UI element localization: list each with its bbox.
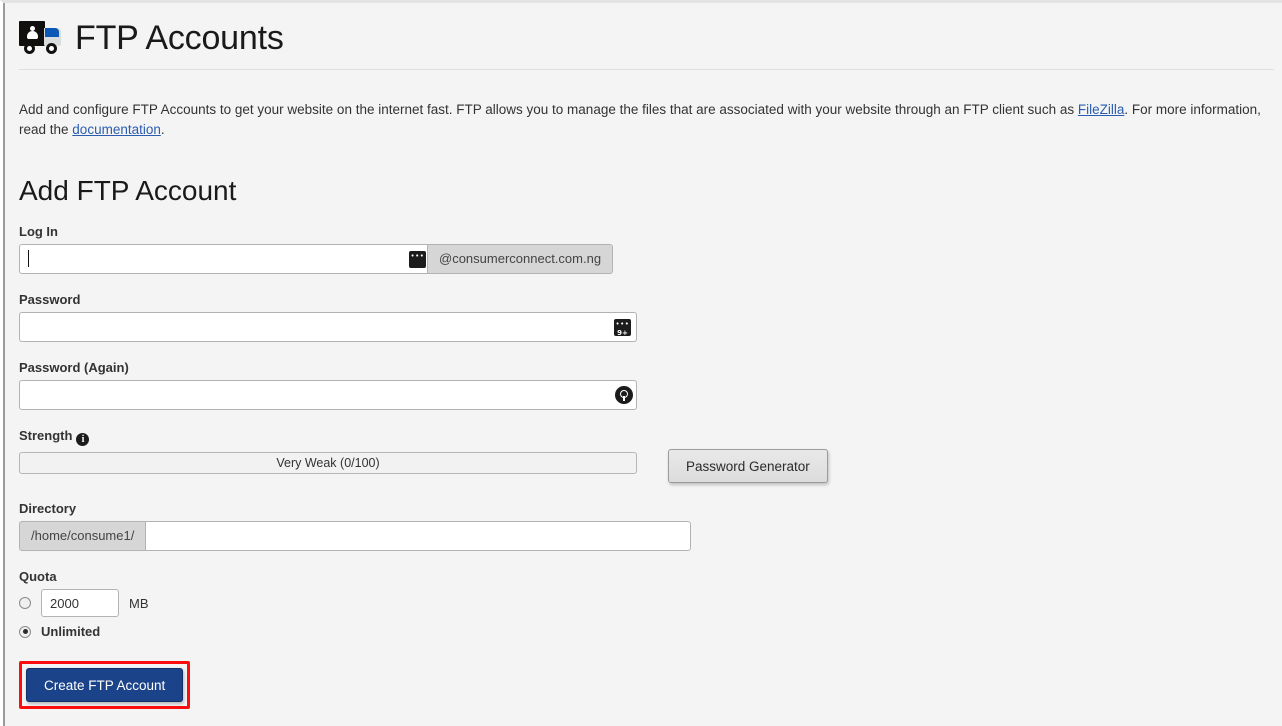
create-ftp-account-highlight: Create FTP Account (19, 661, 191, 710)
create-ftp-account-button[interactable]: Create FTP Account (26, 668, 184, 703)
documentation-link[interactable]: documentation (72, 122, 161, 137)
person-body (27, 31, 38, 39)
directory-label: Directory (19, 501, 77, 517)
password-again-label: Password (Again) (19, 360, 129, 376)
strength-label-text: Strength (19, 428, 73, 444)
quota-amount-row: MB (19, 589, 1274, 618)
ftp-truck-icon (19, 19, 63, 57)
password-manager-icon[interactable]: ••• (409, 251, 426, 269)
password-input[interactable] (19, 312, 637, 343)
text-caret (28, 250, 29, 268)
password-manager-badge-icon[interactable]: ••• 9+ (614, 319, 631, 338)
login-input-group: ••• @consumerconnect.com.ng (19, 244, 1274, 275)
password-strength-meter: Very Weak (0/100) (19, 452, 637, 475)
directory-input[interactable] (146, 521, 692, 552)
intro-text-3: . (160, 121, 165, 137)
password-generator-button[interactable]: Password Generator (668, 449, 828, 484)
info-icon[interactable]: i (76, 433, 90, 447)
directory-path-prefix: /home/consume1/ (19, 521, 147, 552)
quota-unit-label: MB (129, 595, 149, 611)
filezilla-link[interactable]: FileZilla (1078, 102, 1125, 117)
strength-label: Strength i (19, 428, 1274, 447)
password-input-wrap: ••• 9+ (19, 312, 637, 343)
intro-text-1: Add and configure FTP Accounts to get yo… (19, 101, 1078, 117)
directory-input-group: /home/consume1/ (19, 521, 1274, 552)
login-label: Log In (19, 224, 58, 240)
quota-unlimited-radio[interactable] (19, 625, 31, 638)
page-title: FTP Accounts (75, 19, 284, 57)
page-inner: FTP Accounts Add and configure FTP Accou… (19, 3, 1274, 710)
quota-amount-radio[interactable] (19, 597, 31, 610)
page-header: FTP Accounts (19, 3, 1274, 69)
login-domain-suffix: @consumerconnect.com.ng (428, 244, 614, 275)
quota-unlimited-row: Unlimited (19, 624, 1274, 639)
section-title-add-ftp-account: Add FTP Account (19, 174, 237, 206)
login-input[interactable] (19, 244, 428, 275)
header-divider (19, 69, 1274, 70)
quota-unlimited-label: Unlimited (41, 624, 101, 640)
truck-window (45, 28, 59, 37)
strength-row: Very Weak (0/100) Password Generator (19, 449, 1274, 484)
intro-paragraph: Add and configure FTP Accounts to get yo… (19, 84, 1274, 140)
password-label: Password (19, 292, 81, 308)
password-manager-badge-count: 9+ (617, 329, 628, 338)
truck-wheel-rear (24, 43, 35, 54)
quota-amount-input[interactable] (41, 589, 119, 618)
password-again-input[interactable] (19, 380, 637, 411)
quota-label: Quota (19, 569, 57, 585)
page-root: FTP Accounts Add and configure FTP Accou… (0, 0, 1282, 726)
password-again-input-wrap (19, 380, 637, 411)
login-input-wrap: ••• (19, 244, 428, 275)
truck-wheel-front (46, 43, 57, 54)
